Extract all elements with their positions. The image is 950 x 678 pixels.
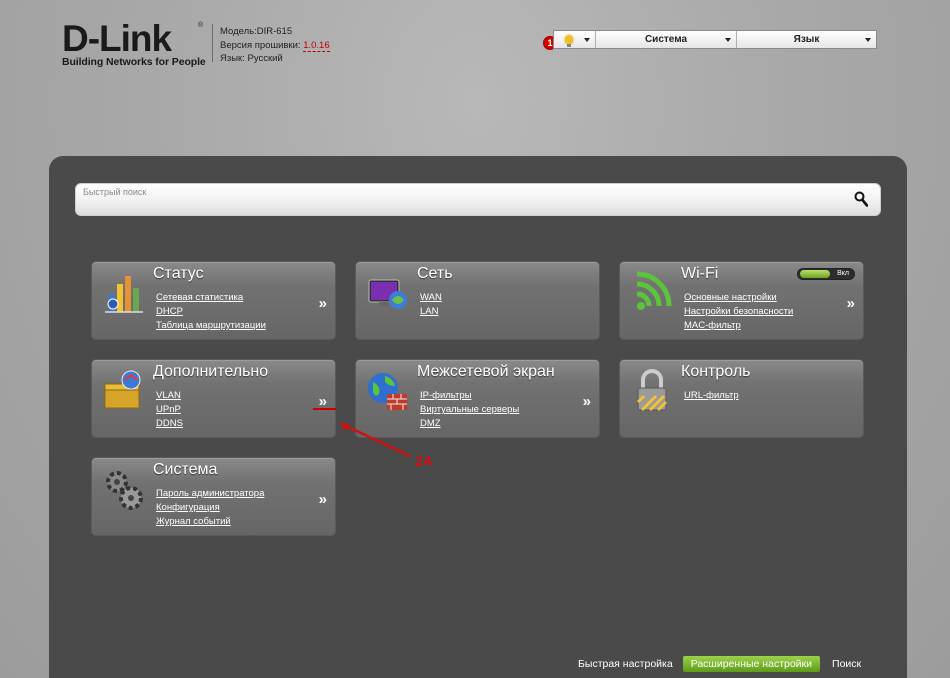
tile-links: WAN LAN <box>420 291 442 319</box>
tile-control[interactable]: Контроль URL-фильтр <box>619 359 864 438</box>
gears-icon <box>106 471 143 510</box>
link-upnp[interactable]: UPnP <box>156 403 183 417</box>
tile-links: VLAN UPnP DDNS <box>156 389 183 431</box>
firmware-label: Версия прошивки: <box>220 39 301 51</box>
notifications-dropdown[interactable] <box>554 31 596 48</box>
tile-title: Статус <box>153 265 204 282</box>
language-menu-dropdown[interactable]: Язык <box>737 31 876 48</box>
tile-links: Сетевая статистика DHCP Таблица маршрути… <box>156 291 266 333</box>
more-button[interactable]: » <box>583 393 591 410</box>
search-link[interactable]: Поиск <box>832 658 861 670</box>
tile-title: Контроль <box>681 363 751 380</box>
link-dhcp[interactable]: DHCP <box>156 305 266 319</box>
link-mac-filter[interactable]: MAC-фильтр <box>684 319 793 333</box>
dlink-logo: D-Link ® Building Networks for People <box>62 18 206 68</box>
link-event-log[interactable]: Журнал событий <box>156 515 264 529</box>
advanced-settings-button[interactable]: Расширенные настройки <box>682 656 821 672</box>
tile-status[interactable]: Статус Сетевая статистика DHCP Таблица м… <box>91 261 336 340</box>
annotation-number: 24 <box>415 453 432 470</box>
tile-advanced[interactable]: Дополнительно VLAN UPnP DDNS » <box>91 359 336 438</box>
tile-links: Основные настройки Настройки безопасност… <box>684 291 793 333</box>
top-toolbar: Система Язык <box>553 30 877 49</box>
link-virtual-servers[interactable]: Виртуальные серверы <box>420 403 519 417</box>
device-info: Модель:DIR-615 Версия прошивки: 1.0.16 Я… <box>220 25 330 66</box>
logo-brand: D-Link <box>62 18 172 59</box>
link-ip-filters[interactable]: IP-фильтры <box>420 389 519 403</box>
firewall-globe-icon <box>368 373 407 410</box>
more-button[interactable]: » <box>319 295 327 312</box>
language-label: Язык: <box>220 53 245 64</box>
logo-registered-mark: ® <box>198 22 204 29</box>
bottom-nav: Быстрая настройка Расширенные настройки … <box>578 656 861 672</box>
annotation-arrow <box>340 422 411 458</box>
tile-links: URL-фильтр <box>684 389 739 403</box>
link-basic-settings[interactable]: Основные настройки <box>684 291 793 305</box>
more-button[interactable]: » <box>847 295 855 312</box>
model-label: Модель: <box>220 26 257 37</box>
chevron-down-icon <box>725 38 731 42</box>
toggle-knob <box>800 270 830 278</box>
chevron-down-icon <box>865 38 871 42</box>
tile-links: IP-фильтры Виртуальные серверы DMZ <box>420 389 519 431</box>
link-url-filter[interactable]: URL-фильтр <box>684 389 739 403</box>
language-menu-label: Язык <box>793 34 820 45</box>
tile-wifi[interactable]: Wi-Fi Вкл Основные настройки Настройки б… <box>619 261 864 340</box>
link-security-settings[interactable]: Настройки безопасности <box>684 305 793 319</box>
quick-search-bar[interactable]: Быстрый поиск <box>75 183 881 216</box>
link-ddns[interactable]: DDNS <box>156 417 183 431</box>
model-value: DIR-615 <box>256 26 293 37</box>
chevron-down-icon <box>584 38 590 42</box>
search-icon[interactable] <box>854 191 868 207</box>
tile-title: Дополнительно <box>153 363 269 380</box>
wifi-icon <box>636 271 672 310</box>
padlock-icon <box>636 369 668 412</box>
link-network-stats[interactable]: Сетевая статистика <box>156 291 266 305</box>
network-monitor-icon <box>368 279 407 309</box>
link-routing-table[interactable]: Таблица маршрутизации <box>156 319 266 333</box>
status-chart-icon <box>105 276 143 313</box>
link-wan[interactable]: WAN <box>420 291 442 305</box>
language-value: Русский <box>247 53 283 64</box>
quick-setup-link[interactable]: Быстрая настройка <box>578 658 673 670</box>
tile-system[interactable]: Система Пароль администратора Конфигурац… <box>91 457 336 536</box>
tile-title: Сеть <box>417 265 453 282</box>
link-dmz[interactable]: DMZ <box>420 417 519 431</box>
link-vlan[interactable]: VLAN <box>156 389 183 403</box>
firmware-version-link[interactable]: 1.0.16 <box>303 39 330 52</box>
tile-network[interactable]: Сеть WAN LAN <box>355 261 600 340</box>
toolbox-icon <box>104 370 141 409</box>
lightbulb-icon <box>564 35 573 47</box>
search-input[interactable]: Быстрый поиск <box>83 187 146 197</box>
link-lan[interactable]: LAN <box>420 305 442 319</box>
link-admin-password[interactable]: Пароль администратора <box>156 487 264 501</box>
link-configuration[interactable]: Конфигурация <box>156 501 264 515</box>
header-divider <box>212 24 213 62</box>
wifi-toggle[interactable]: Вкл <box>797 268 855 280</box>
toggle-label: Вкл <box>837 270 849 277</box>
tile-links: Пароль администратора Конфигурация Журна… <box>156 487 264 529</box>
tile-title: Межсетевой экран <box>417 363 555 380</box>
more-button[interactable]: » <box>319 491 327 508</box>
logo-tagline: Building Networks for People <box>62 56 206 68</box>
tile-title: Система <box>153 461 218 478</box>
tile-title: Wi-Fi <box>681 265 719 282</box>
system-menu-dropdown[interactable]: Система <box>596 31 737 48</box>
system-menu-label: Система <box>644 34 688 45</box>
annotation-underline <box>313 408 336 410</box>
